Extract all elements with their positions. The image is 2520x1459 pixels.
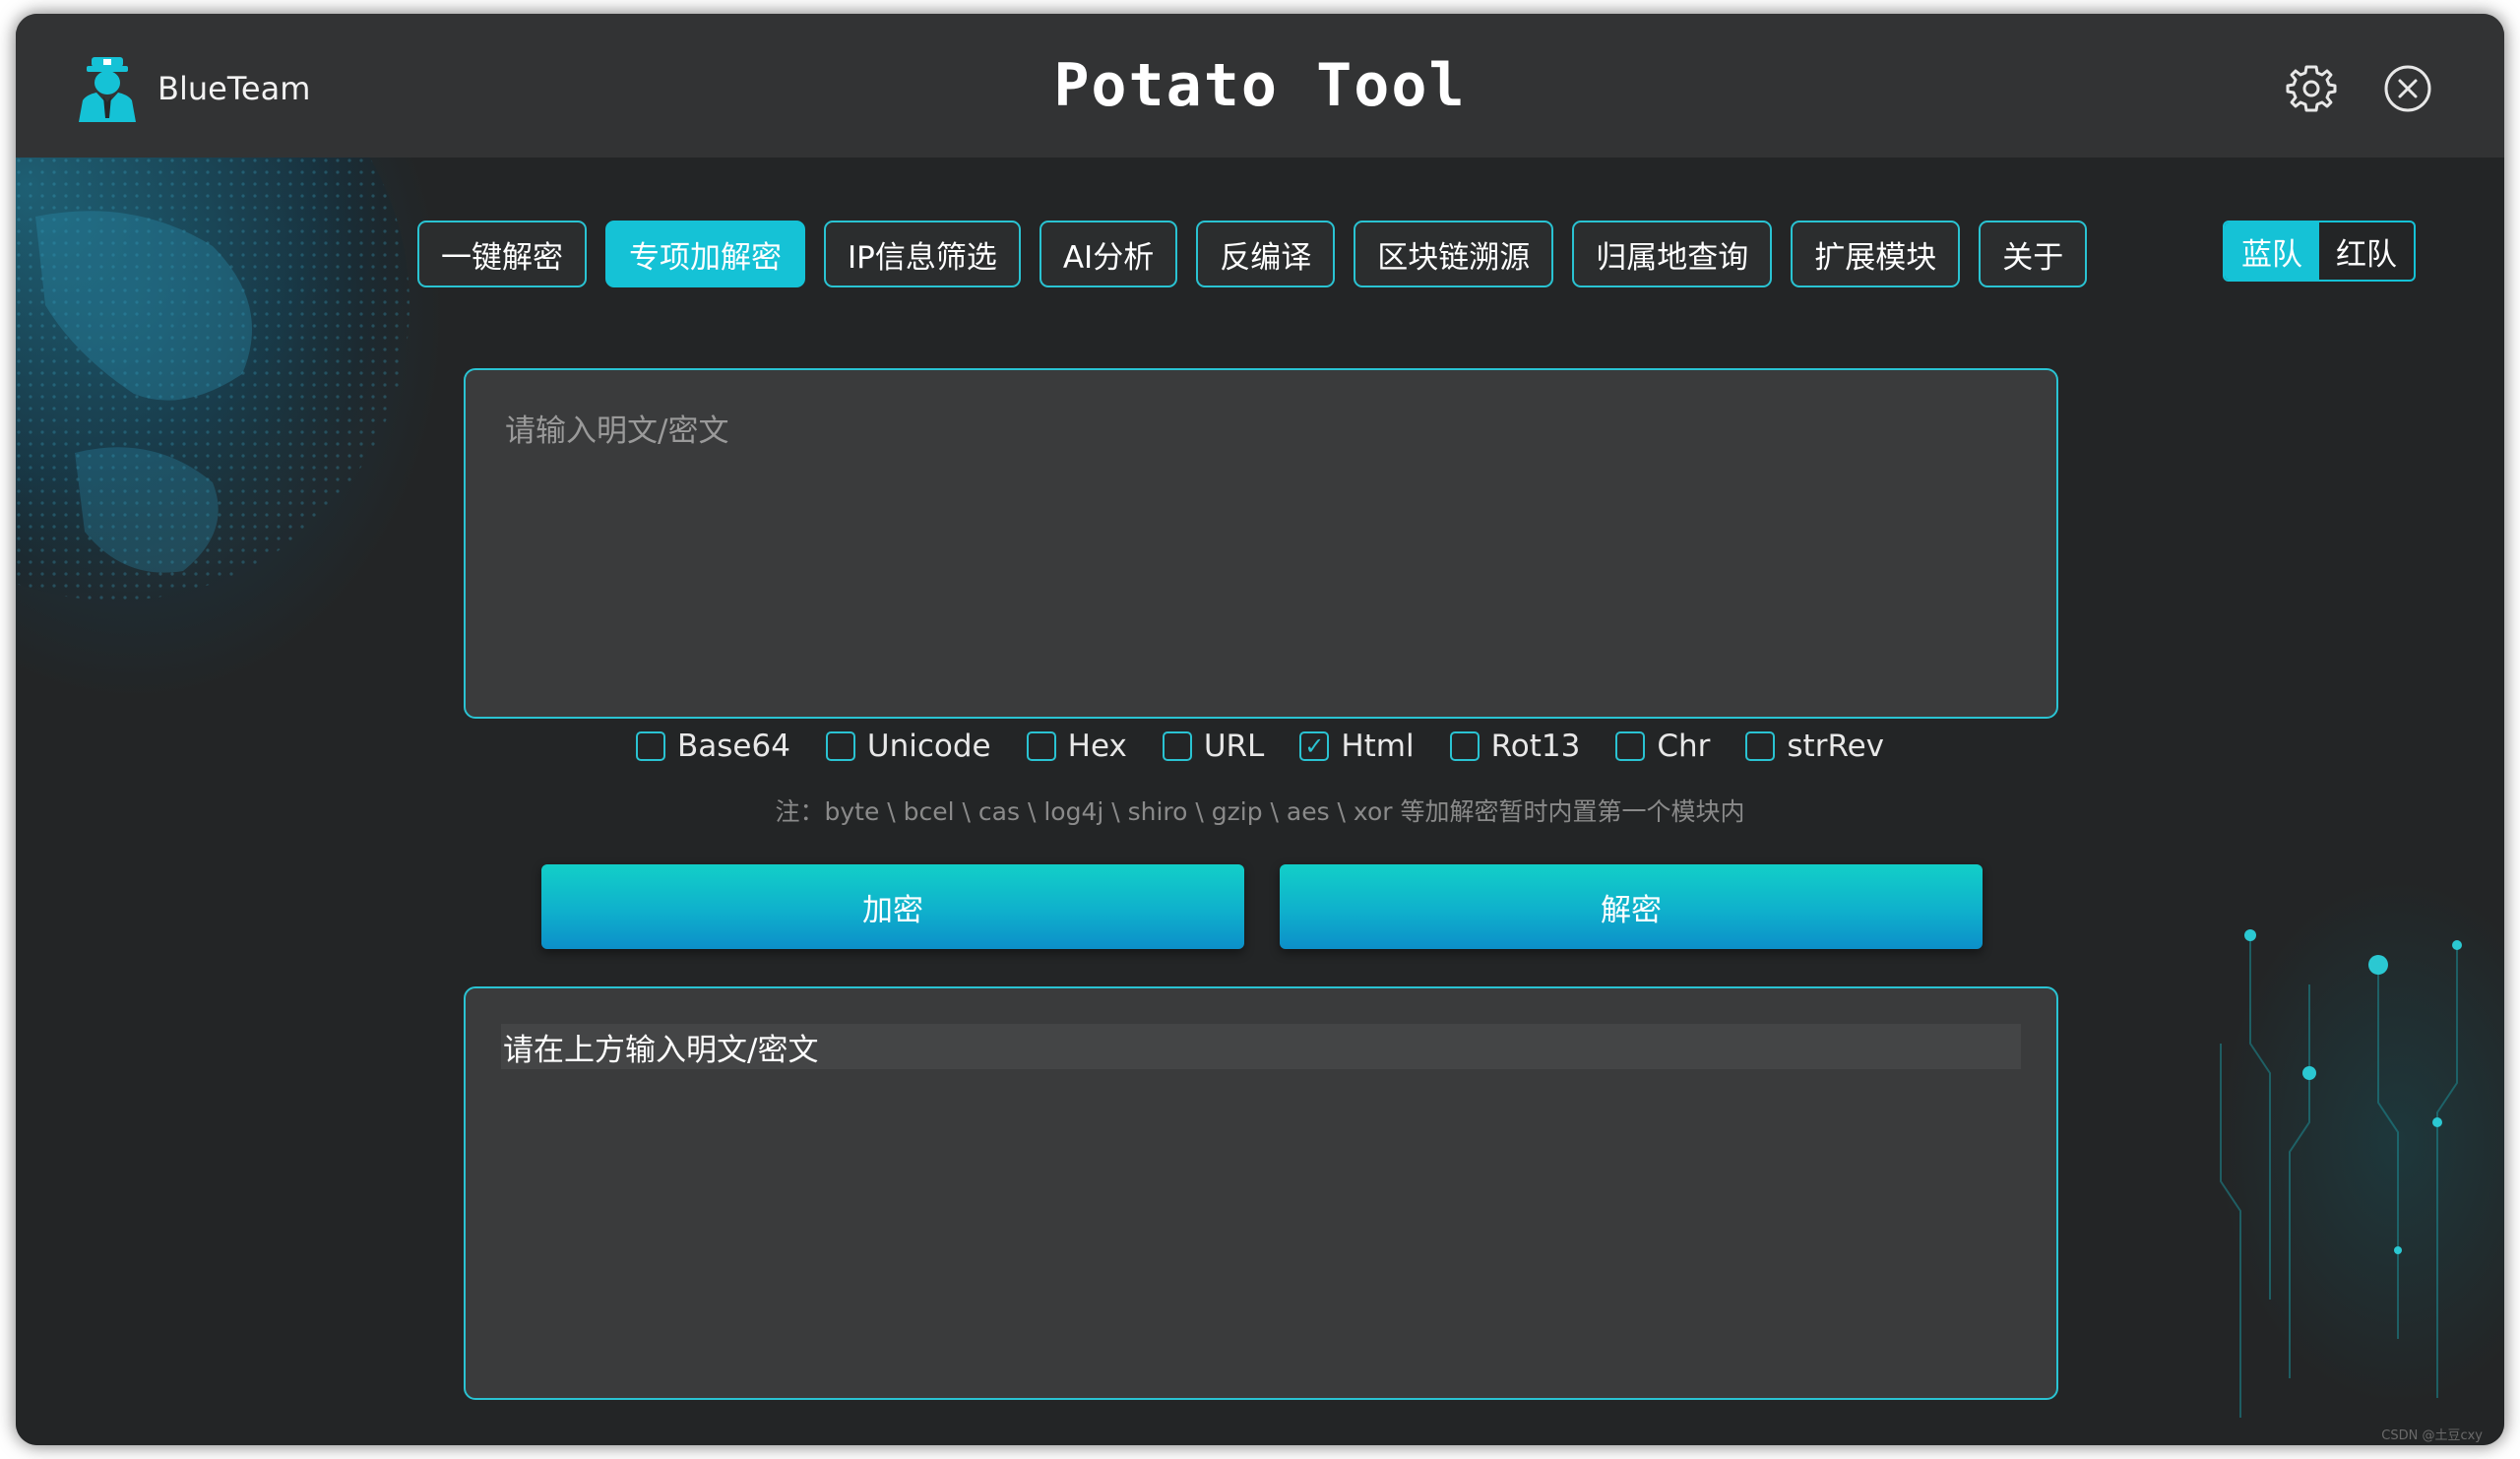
output-panel: 请在上方输入明文/密文 <box>464 986 2058 1400</box>
checkbox[interactable] <box>1026 731 1056 761</box>
encrypt-button[interactable]: 加密 <box>541 864 1244 949</box>
decrypt-button[interactable]: 解密 <box>1280 864 1983 949</box>
app-title: Potato Tool <box>1053 51 1467 120</box>
main-content: 一键解密 专项加解密 IP信息筛选 AI分析 反编译 区块链溯源 归属地查询 扩… <box>16 158 2504 1445</box>
tab-decompile[interactable]: 反编译 <box>1196 221 1336 287</box>
option-base64[interactable]: Base64 <box>635 729 790 764</box>
option-label: Unicode <box>866 729 991 764</box>
tab-ai-analysis[interactable]: AI分析 <box>1039 221 1178 287</box>
circuit-decoration <box>2220 929 2462 1418</box>
option-html[interactable]: ✓ Html <box>1299 729 1415 764</box>
watermark: CSDN @土豆cxy <box>2381 1428 2483 1443</box>
plaintext-input[interactable] <box>503 404 2019 687</box>
tab-location-lookup[interactable]: 归属地查询 <box>1572 221 1773 287</box>
tab-special-encrypt-decrypt[interactable]: 专项加解密 <box>605 221 805 287</box>
tab-extension-modules[interactable]: 扩展模块 <box>1791 221 1961 287</box>
close-button[interactable] <box>2382 63 2433 114</box>
option-label: Html <box>1341 729 1415 764</box>
globe-background <box>16 158 410 601</box>
option-label: Rot13 <box>1490 729 1581 764</box>
checkmark-icon: ✓ <box>1304 732 1325 760</box>
checkbox[interactable] <box>825 731 855 761</box>
checkbox[interactable] <box>1449 731 1480 761</box>
option-unicode[interactable]: Unicode <box>825 729 991 764</box>
tab-one-click-decrypt[interactable]: 一键解密 <box>417 221 587 287</box>
tab-blockchain-trace[interactable]: 区块链溯源 <box>1354 221 1554 287</box>
tab-about[interactable]: 关于 <box>1979 221 2088 287</box>
option-chr[interactable]: Chr <box>1615 729 1710 764</box>
option-strrev[interactable]: strRev <box>1745 729 1884 764</box>
input-panel <box>464 368 2058 719</box>
option-label: URL <box>1203 729 1265 764</box>
option-rot13[interactable]: Rot13 <box>1449 729 1581 764</box>
app-window: BlueTeam Potato Tool 一键解密 专项加解密 IP信息筛选 A… <box>16 14 2504 1445</box>
main-tabs: 一键解密 专项加解密 IP信息筛选 AI分析 反编译 区块链溯源 归属地查询 扩… <box>417 221 2106 287</box>
title-bar: BlueTeam Potato Tool <box>16 14 2504 158</box>
gear-icon <box>2286 65 2337 112</box>
checkbox[interactable] <box>1162 731 1192 761</box>
option-hex[interactable]: Hex <box>1026 729 1127 764</box>
red-team-option[interactable]: 红队 <box>2319 222 2414 280</box>
blue-team-option[interactable]: 蓝队 <box>2225 222 2319 280</box>
module-note: 注：byte \ bcel \ cas \ log4j \ shiro \ gz… <box>775 797 1745 826</box>
checkbox[interactable] <box>635 731 665 761</box>
option-label: Base64 <box>676 729 790 764</box>
option-label: Hex <box>1067 729 1127 764</box>
encoding-options: Base64 Unicode Hex URL ✓ Html Rot13 Chr … <box>16 729 2504 764</box>
settings-button[interactable] <box>2286 63 2337 114</box>
option-url[interactable]: URL <box>1162 729 1265 764</box>
tab-ip-filter[interactable]: IP信息筛选 <box>824 221 1021 287</box>
option-label: strRev <box>1787 729 1885 764</box>
option-label: Chr <box>1657 729 1711 764</box>
checkbox[interactable] <box>1615 731 1646 761</box>
team-toggle: 蓝队 红队 <box>2223 221 2416 282</box>
checkbox[interactable] <box>1745 731 1776 761</box>
checkbox-checked[interactable]: ✓ <box>1299 731 1330 761</box>
output-text[interactable]: 请在上方输入明文/密文 <box>501 1024 2021 1069</box>
close-circle-icon <box>2384 65 2431 112</box>
